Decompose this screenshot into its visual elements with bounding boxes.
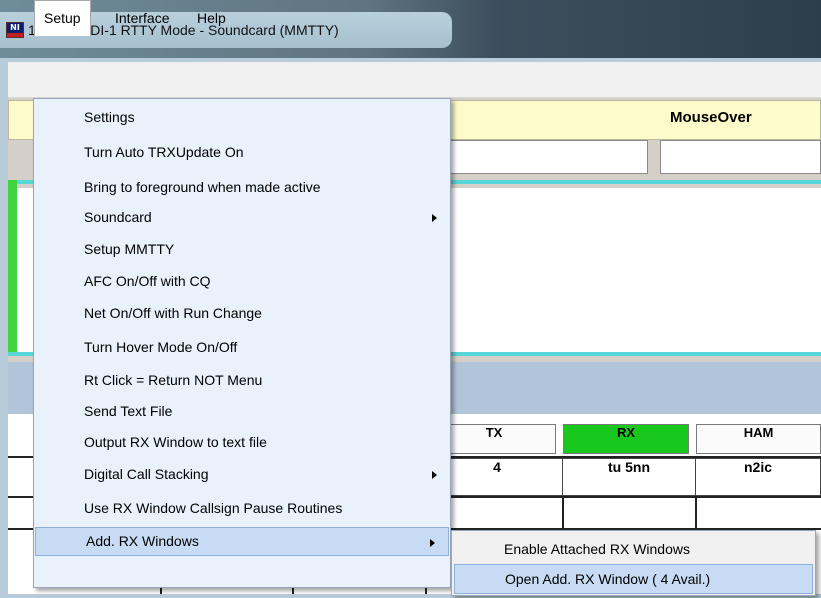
menu-item-label: Add. RX Windows [86, 533, 199, 549]
menu-item-label: Settings [84, 109, 135, 125]
menu-item-label: Turn Hover Mode On/Off [84, 339, 238, 355]
app-icon-stripe [7, 33, 23, 37]
menu-item-label: Digital Call Stacking [84, 466, 209, 482]
menu-item-label: Soundcard [84, 209, 152, 225]
app-icon[interactable]: NI [6, 22, 24, 38]
grid-cell-tx[interactable]: 4 [432, 458, 563, 496]
submenu-arrow-icon [432, 214, 437, 222]
app-icon-text: NI [10, 23, 20, 32]
mouseover-label: MouseOver [670, 109, 752, 126]
menu-item-label: Rt Click = Return NOT Menu [84, 372, 263, 388]
menu-item-auto-trxupdate[interactable]: Turn Auto TRXUpdate On [34, 138, 450, 167]
menu-item-rt-click[interactable]: Rt Click = Return NOT Menu [34, 366, 450, 395]
rx-status-strip [8, 180, 17, 356]
menu-interface[interactable]: Interface [106, 0, 178, 36]
submenu-item-label: Enable Attached RX Windows [504, 541, 690, 557]
add-rx-windows-submenu: Enable Attached RX Windows Open Add. RX … [451, 530, 816, 596]
menu-item-net[interactable]: Net On/Off with Run Change [34, 299, 450, 328]
menu-item-label: Net On/Off with Run Change [84, 305, 262, 321]
grid-cell-ham[interactable]: n2ic [696, 458, 821, 496]
rx-button[interactable]: RX [563, 424, 689, 454]
menu-item-hover-mode[interactable]: Turn Hover Mode On/Off [34, 333, 450, 362]
info-field-right[interactable] [660, 140, 821, 174]
grid-col-line [695, 496, 697, 530]
submenu-arrow-icon [432, 471, 437, 479]
menu-item-label: AFC On/Off with CQ [84, 273, 211, 289]
menu-item-digital-call-stacking[interactable]: Digital Call Stacking [34, 460, 450, 489]
menu-item-callsign-pause[interactable]: Use RX Window Callsign Pause Routines [34, 494, 450, 523]
menu-item-setup-mmtty[interactable]: Setup MMTTY [34, 235, 450, 264]
menu-item-bring-to-foreground[interactable]: Bring to foreground when made active [34, 173, 450, 202]
menu-item-label: Output RX Window to text file [84, 434, 267, 450]
submenu-arrow-icon [430, 539, 435, 547]
submenu-item-open-add-rx[interactable]: Open Add. RX Window ( 4 Avail.) [454, 564, 813, 594]
submenu-item-label: Open Add. RX Window ( 4 Avail.) [505, 571, 711, 587]
grid-col-line [562, 496, 564, 530]
info-field-left[interactable] [448, 140, 648, 174]
menu-item-settings[interactable]: Settings [34, 103, 450, 132]
grid-cell-rx[interactable]: tu 5nn [563, 458, 696, 496]
menu-help[interactable]: Help [188, 0, 235, 36]
menu-item-output-rx[interactable]: Output RX Window to text file [34, 428, 450, 457]
menu-item-send-text-file[interactable]: Send Text File [34, 397, 450, 426]
menu-item-add-rx-windows[interactable]: Add. RX Windows [35, 527, 449, 556]
menu-item-label: Bring to foreground when made active [84, 179, 321, 195]
menu-bar [8, 62, 821, 98]
ham-button[interactable]: HAM [696, 424, 821, 454]
menu-item-label: Setup MMTTY [84, 241, 175, 257]
submenu-item-enable-attached[interactable]: Enable Attached RX Windows [454, 534, 813, 564]
menu-item-soundcard[interactable]: Soundcard [34, 203, 450, 232]
setup-menu: Settings Turn Auto TRXUpdate On Bring to… [33, 98, 451, 588]
menu-item-afc[interactable]: AFC On/Off with CQ [34, 267, 450, 296]
menu-item-label: Send Text File [84, 403, 173, 419]
menu-item-label: Use RX Window Callsign Pause Routines [84, 500, 343, 516]
menu-setup[interactable]: Setup [34, 0, 91, 36]
menu-item-label: Turn Auto TRXUpdate On [84, 144, 244, 160]
